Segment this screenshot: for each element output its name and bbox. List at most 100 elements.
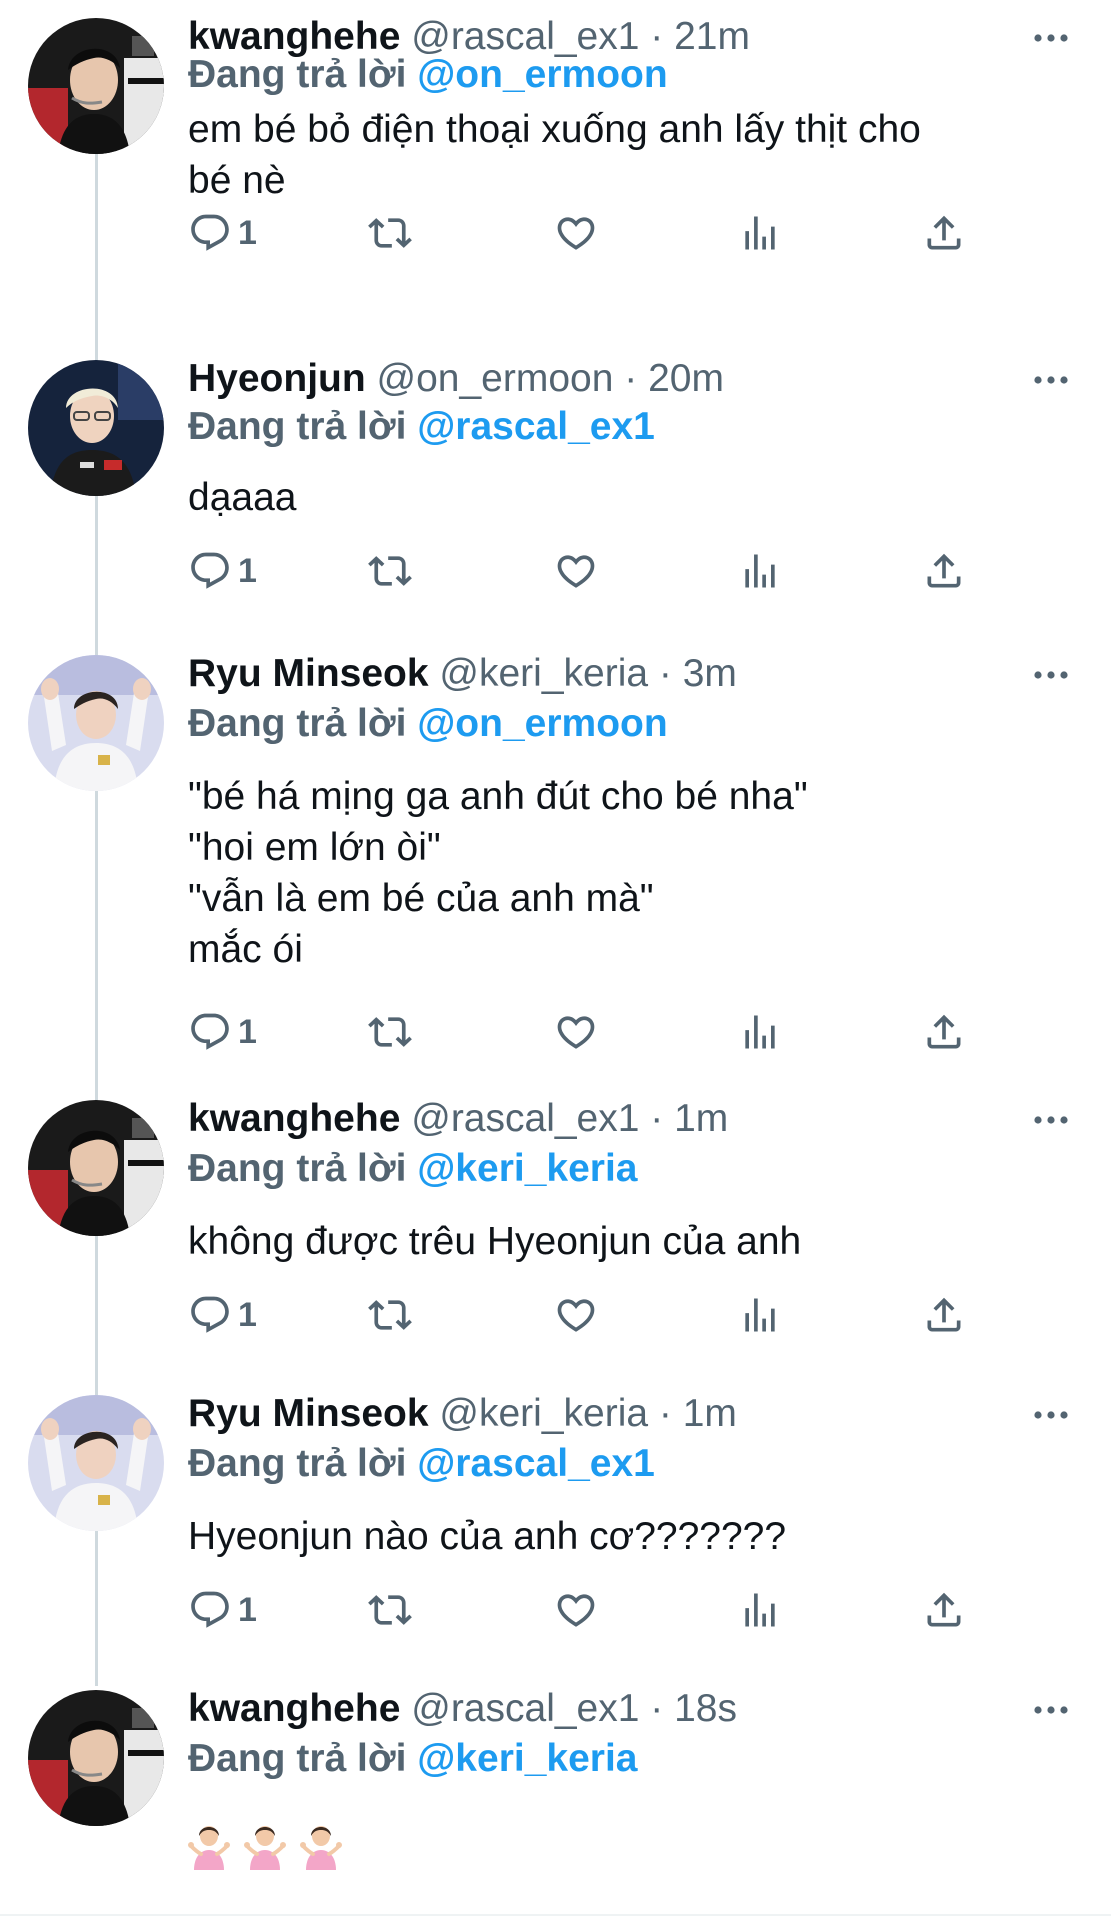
replying-to: Đang trả lời @on_ermoon [188,52,668,98]
reply-button[interactable]: 1 [188,1290,257,1340]
share-icon [922,1293,966,1337]
share-icon [922,1010,966,1054]
tweet[interactable]: kwanghehe @rascal_ex1 · 1m Đang trả lời … [0,1097,1111,1345]
avatar[interactable] [28,655,164,791]
reply-handle-link[interactable]: @rascal_ex1 [417,1442,655,1485]
share-icon [922,549,966,593]
tweet-header: kwanghehe @rascal_ex1 · 18s [188,1686,1021,1732]
like-button[interactable] [554,1007,598,1057]
share-icon [922,1588,966,1632]
replying-to: Đang trả lời @on_ermoon [188,701,668,747]
reply-handle-link[interactable]: @rascal_ex1 [417,405,655,448]
more-icon [1033,375,1069,385]
tweet[interactable]: kwanghehe @rascal_ex1 · 18s Đang trả lời… [0,1687,1111,1890]
person-shrugging-icon [300,1824,342,1870]
heart-icon [554,1588,598,1632]
tweet[interactable]: Hyeonjun @on_ermoon · 20m Đang trả lời @… [0,357,1111,600]
reply-button[interactable]: 1 [188,1585,257,1635]
display-name[interactable]: kwanghehe [188,1097,400,1140]
more-button[interactable] [1028,1690,1074,1730]
avatar[interactable] [28,18,164,154]
more-icon [1033,1410,1069,1420]
tweet-text: Hyeonjun nào của anh cơ??????? [188,1515,787,1558]
like-button[interactable] [554,546,598,596]
handle-time[interactable]: @rascal_ex1 · 18s [411,1687,737,1730]
views-button[interactable] [738,546,782,596]
share-button[interactable] [922,1585,966,1635]
avatar[interactable] [28,360,164,496]
more-icon [1033,670,1069,680]
views-icon [738,1010,782,1054]
replying-to: Đang trả lời @keri_keria [188,1736,637,1782]
retweet-button[interactable] [368,1007,412,1057]
display-name[interactable]: Hyeonjun [188,357,366,400]
reply-handle-link[interactable]: @on_ermoon [417,702,667,745]
replying-to: Đang trả lời @rascal_ex1 [188,404,655,450]
views-icon [738,1588,782,1632]
handle-time[interactable]: @keri_keria · 1m [439,1392,737,1435]
action-bar: 1 [188,1007,988,1057]
display-name[interactable]: Ryu Minseok [188,652,429,695]
views-button[interactable] [738,1290,782,1340]
retweet-icon [368,211,412,255]
views-icon [738,549,782,593]
retweet-button[interactable] [368,546,412,596]
retweet-icon [368,1293,412,1337]
tweet-text: dạaaa [188,476,297,519]
avatar[interactable] [28,1395,164,1531]
retweet-button[interactable] [368,208,412,258]
person-shrugging-icon [188,1824,230,1870]
more-button[interactable] [1028,655,1074,695]
share-button[interactable] [922,208,966,258]
more-button[interactable] [1028,1100,1074,1140]
person-shrugging-icon [244,1824,286,1870]
like-button[interactable] [554,208,598,258]
like-button[interactable] [554,1585,598,1635]
reply-count: 1 [238,213,257,252]
reply-icon [188,549,232,593]
reply-handle-link[interactable]: @keri_keria [417,1737,637,1780]
replying-to: Đang trả lời @keri_keria [188,1146,637,1192]
avatar[interactable] [28,1690,164,1826]
reply-button[interactable]: 1 [188,208,257,258]
divider [0,1914,1111,1916]
display-name[interactable]: Ryu Minseok [188,1392,429,1435]
reply-handle-link[interactable]: @on_ermoon [417,53,667,96]
display-name[interactable]: kwanghehe [188,1687,400,1730]
more-button[interactable] [1028,1395,1074,1435]
share-icon [922,211,966,255]
tweet[interactable]: Ryu Minseok @keri_keria · 1m Đang trả lờ… [0,1392,1111,1640]
reply-button[interactable]: 1 [188,1007,257,1057]
heart-icon [554,1010,598,1054]
replying-to: Đang trả lời @rascal_ex1 [188,1441,655,1487]
tweet[interactable]: Ryu Minseok @keri_keria · 3m Đang trả lờ… [0,652,1111,1057]
handle-time[interactable]: @rascal_ex1 · 1m [411,1097,728,1140]
share-button[interactable] [922,546,966,596]
views-button[interactable] [738,1585,782,1635]
reply-handle-link[interactable]: @keri_keria [417,1147,637,1190]
action-bar: 1 [188,1585,988,1635]
retweet-icon [368,1010,412,1054]
retweet-button[interactable] [368,1585,412,1635]
avatar[interactable] [28,1100,164,1236]
tweet-header: Hyeonjun @on_ermoon · 20m [188,356,1021,402]
share-button[interactable] [922,1007,966,1057]
reply-prefix: Đang trả lời [188,1147,407,1190]
handle-time[interactable]: @on_ermoon · 20m [377,357,724,400]
handle-time[interactable]: @keri_keria · 3m [439,652,737,695]
views-button[interactable] [738,1007,782,1057]
reply-button[interactable]: 1 [188,546,257,596]
tweet-header: Ryu Minseok @keri_keria · 1m [188,1391,1021,1437]
tweet-header: Ryu Minseok @keri_keria · 3m [188,651,1021,697]
tweet[interactable]: kwanghehe @rascal_ex1 · 21m Đang trả lời… [0,15,1111,308]
reply-icon [188,1010,232,1054]
share-button[interactable] [922,1290,966,1340]
more-icon [1033,33,1069,43]
views-button[interactable] [738,208,782,258]
action-bar: 1 [188,1290,988,1340]
more-button[interactable] [1028,360,1074,400]
retweet-button[interactable] [368,1290,412,1340]
views-icon [738,1293,782,1337]
more-button[interactable] [1028,18,1074,58]
like-button[interactable] [554,1290,598,1340]
